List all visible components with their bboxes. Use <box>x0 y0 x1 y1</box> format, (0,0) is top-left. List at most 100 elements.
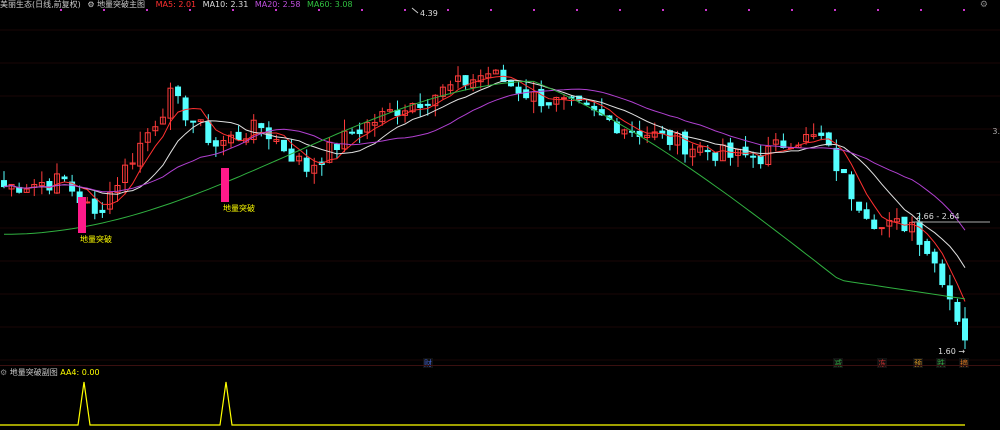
ma5-label: MA5: 2.01 <box>155 0 197 9</box>
candle-body <box>91 198 98 214</box>
candle-body <box>349 131 356 134</box>
candle-body <box>712 152 719 161</box>
top-dot <box>791 9 793 11</box>
candle-body <box>417 103 424 108</box>
candle-body <box>61 176 68 180</box>
candle-body <box>462 75 469 86</box>
candlesticks <box>1 64 968 350</box>
candle-body <box>704 149 711 153</box>
candle-body <box>205 121 212 143</box>
event-marker-label: 冻 <box>878 358 886 368</box>
ma60-line <box>3 80 966 300</box>
candle-body <box>840 169 847 174</box>
top-dot <box>920 9 922 11</box>
signal-label: 地量突破 <box>80 234 112 244</box>
formula-name-text: 地量突破主图 <box>97 0 146 9</box>
ma20-line <box>3 88 966 231</box>
top-dot <box>877 9 879 11</box>
event-marker-label: 减 <box>834 358 842 368</box>
candle-body <box>523 89 530 99</box>
candle-body <box>560 97 567 100</box>
candle-body <box>1 180 7 188</box>
axis-tag: 3. <box>992 127 1000 136</box>
candle-body <box>916 221 923 245</box>
top-dot <box>662 9 664 11</box>
candle-body <box>583 102 590 106</box>
sub-settings-icon[interactable]: ⚙ <box>0 368 7 377</box>
top-dot <box>576 9 578 11</box>
event-marker-label: 财 <box>424 358 432 368</box>
candle-body <box>878 227 885 230</box>
ma10-line <box>3 79 966 268</box>
low-price-label: 1.60 → <box>938 347 965 356</box>
formula-name[interactable]: ⚙ 地量突破主图 <box>87 0 149 9</box>
top-dot <box>533 9 535 11</box>
signal-bar <box>78 197 86 233</box>
candle-body <box>666 130 673 145</box>
ma20-label: MA20: 2.58 <box>254 0 301 9</box>
candle-body <box>545 102 552 106</box>
candle-body <box>212 140 219 147</box>
candle-body <box>901 216 908 232</box>
event-marker-label: 跌 <box>937 358 945 368</box>
top-dot <box>447 9 449 11</box>
candle-body <box>818 132 825 136</box>
candle-body <box>99 209 106 213</box>
top-dot <box>490 9 492 11</box>
candle-body <box>333 143 340 150</box>
candle-body <box>46 181 53 191</box>
high-price-pointer <box>411 7 419 14</box>
signal-label: 地量突破 <box>223 203 255 213</box>
main-chart-header: 美丽生态(日线,前复权) ⚙ 地量突破主图 MA5: 2.01 MA10: 2.… <box>0 0 357 10</box>
candle-body <box>954 301 961 322</box>
signal-bar <box>221 168 229 202</box>
range-label: 2.66 - 2.64 <box>916 212 960 221</box>
candle-body <box>931 251 938 264</box>
top-dot <box>361 9 363 11</box>
candle-body <box>659 130 666 134</box>
settings-gear-icon[interactable]: ⚙ <box>980 0 988 10</box>
event-marker-label: 摘 <box>960 358 968 368</box>
indicator-name: 美丽生态(日线,前复权) <box>0 0 81 9</box>
candle-body <box>848 174 855 200</box>
candle-body <box>258 123 265 129</box>
candle-body <box>833 147 840 172</box>
candle-body <box>280 139 287 152</box>
candle-body <box>939 263 946 286</box>
top-dot <box>404 9 406 11</box>
top-dot <box>748 9 750 11</box>
candle-body <box>394 109 401 117</box>
sub-indicator-plot <box>0 381 965 426</box>
top-dot <box>705 9 707 11</box>
candle-body <box>750 155 757 158</box>
top-dot <box>619 9 621 11</box>
candle-body <box>727 142 734 158</box>
sub-chart-header: ⚙ 地量突破副图 AA4: 0.00 <box>0 367 100 378</box>
candle-body <box>538 88 545 107</box>
top-dot <box>834 9 836 11</box>
top-dot <box>963 9 965 11</box>
candle-body <box>856 201 863 211</box>
candle-body <box>863 209 870 219</box>
candle-body <box>303 157 310 172</box>
candle-body <box>924 241 931 254</box>
candle-body <box>962 318 968 341</box>
candle-body <box>507 80 514 87</box>
moving-average-lines <box>3 75 966 302</box>
candle-body <box>871 219 878 229</box>
ma5-line <box>3 75 966 302</box>
ma60-label: MA60: 3.08 <box>306 0 353 9</box>
high-price-label: 4.39 <box>420 9 438 18</box>
panel-separator <box>0 365 1000 366</box>
candle-body <box>190 120 197 123</box>
sub-formula-name: 地量突破副图 <box>9 368 58 377</box>
candle-body <box>424 103 431 106</box>
ma10-label: MA10: 2.31 <box>202 0 249 9</box>
event-marker-label: 预 <box>914 358 922 368</box>
aa4-line <box>0 381 965 426</box>
candle-body <box>175 86 182 97</box>
aa4-label: AA4: 0.00 <box>60 368 100 377</box>
candle-body <box>235 131 242 141</box>
candle-body <box>515 86 522 94</box>
candle-body <box>356 129 363 135</box>
